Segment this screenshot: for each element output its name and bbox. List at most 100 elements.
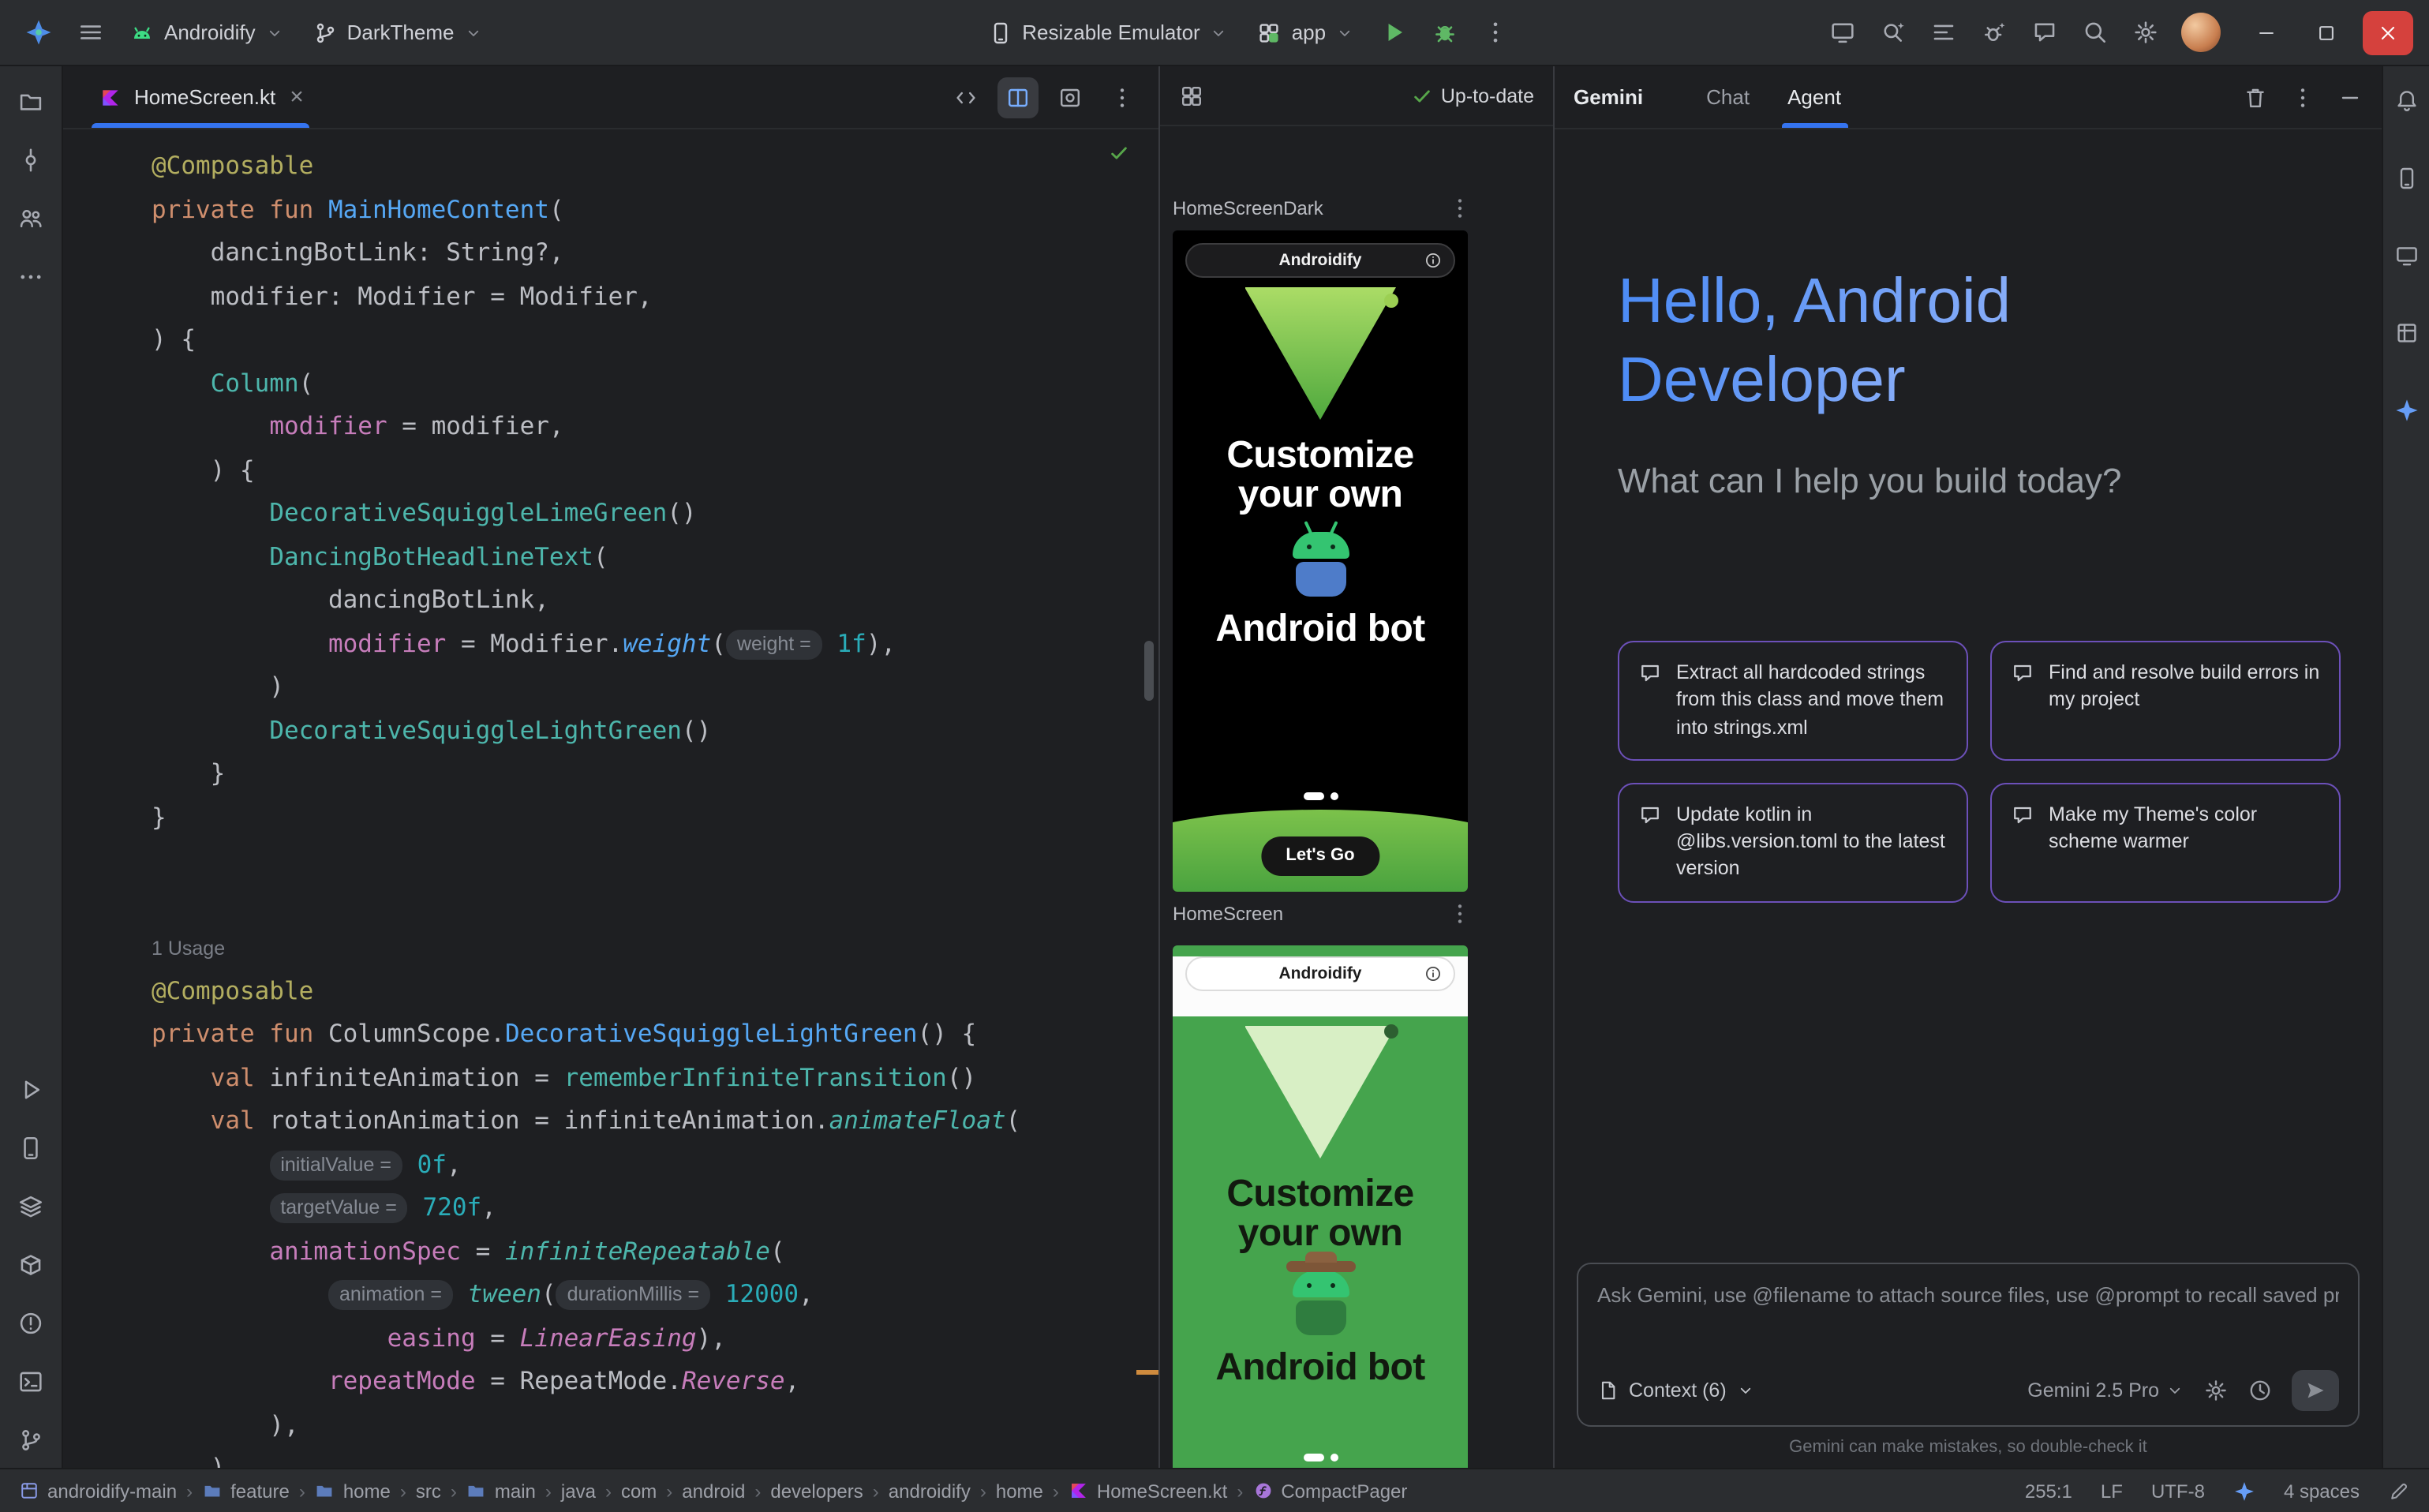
module-icon [19,1480,39,1501]
device-manager-icon[interactable] [2387,159,2425,197]
preview-menu-icon[interactable] [1447,196,1473,221]
edit-indicator-icon[interactable] [2388,1480,2410,1502]
running-devices-icon[interactable] [2387,237,2425,275]
breadcrumb-item[interactable]: src [416,1480,441,1502]
breadcrumb-separator: › [451,1480,457,1502]
caret-position[interactable]: 255:1 [2025,1480,2072,1502]
warning-stripe-mark[interactable] [1136,1370,1158,1375]
editor-tab-bar: HomeScreen.kt × [63,66,1158,129]
breadcrumb-item[interactable]: CompactPager [1252,1480,1407,1502]
breadcrumb-item[interactable]: java [561,1480,596,1502]
gemini-chat-icon[interactable] [2020,9,2068,56]
project-selector[interactable]: Androidify [117,12,297,53]
minimize-window-button[interactable] [2243,10,2290,54]
close-tab-icon[interactable]: × [290,85,304,109]
run-config-selector[interactable]: app [1244,12,1367,53]
gemini-star-icon[interactable] [2233,1480,2255,1502]
breadcrumb-item[interactable]: developers [770,1480,863,1502]
split-view-icon[interactable] [997,77,1039,118]
breadcrumb-item[interactable]: android [682,1480,745,1502]
terminal-tool-icon[interactable] [9,1359,53,1403]
breadcrumb-item[interactable]: androidify-main [19,1480,177,1502]
breadcrumb-item[interactable]: com [621,1480,657,1502]
suggestion-card[interactable]: Extract all hardcoded strings from this … [1618,641,1968,761]
preview-name[interactable]: HomeScreenDark [1173,197,1323,219]
editor-options-icon[interactable] [1102,77,1143,118]
design-view-icon[interactable] [1050,77,1091,118]
line-ending[interactable]: LF [2101,1480,2123,1502]
send-button[interactable] [2292,1370,2339,1411]
build-tool-icon[interactable] [9,1184,53,1228]
maximize-window-button[interactable] [2303,10,2350,54]
preview-status-label: Up-to-date [1441,84,1534,107]
breadcrumb-item[interactable]: feature [202,1480,290,1502]
model-selector[interactable]: Gemini 2.5 Pro [2027,1379,2184,1402]
preview-name[interactable]: HomeScreen [1173,903,1283,925]
breadcrumb-item[interactable]: home [315,1480,391,1502]
settings-gear-icon[interactable] [2121,9,2169,56]
indent-style[interactable]: 4 spaces [2284,1480,2360,1502]
editor-tab-homescreen[interactable]: HomeScreen.kt × [82,66,320,128]
version-control-icon[interactable] [9,1417,53,1461]
suggestion-card[interactable]: Find and resolve build errors in my proj… [1990,641,2341,761]
gemini-tab-agent[interactable]: Agent [1768,66,1860,128]
ai-search-icon[interactable] [1869,9,1916,56]
main-menu-icon[interactable] [66,9,114,56]
code-area[interactable]: @Composableprivate fun MainHomeContent( … [63,129,1158,1468]
code-line: 1 Usage [152,926,1158,970]
gemini-input-box[interactable]: Ask Gemini, use @filename to attach sour… [1577,1263,2360,1427]
gemini-input[interactable]: Ask Gemini, use @filename to attach sour… [1597,1283,2339,1307]
inspections-ok-icon[interactable] [1108,142,1130,164]
breadcrumb-item[interactable]: androidify [889,1480,971,1502]
commit-tool-icon[interactable] [9,137,53,182]
more-tool-windows-icon[interactable] [9,254,53,298]
breadcrumb-item[interactable]: HomeScreen.kt [1069,1480,1227,1502]
preview-pane-header: HomeScreen [1173,892,1473,936]
suggestion-card[interactable]: Update kotlin in @libs.version.toml to t… [1618,783,1968,903]
more-options-icon[interactable] [2290,84,2315,110]
notifications-icon[interactable] [2387,82,2425,120]
right-toolstrip [2382,66,2429,1468]
run-tool-icon[interactable] [9,1067,53,1111]
encoding[interactable]: UTF-8 [2151,1480,2205,1502]
preview-frame-homescreen[interactable]: Androidify Customize your own [1173,945,1468,1468]
preview-gallery-icon[interactable] [1179,83,1204,108]
suggestion-card[interactable]: Make my Theme's color scheme warmer [1990,783,2341,903]
gemini-icon[interactable] [2387,391,2425,429]
branch-selector[interactable]: DarkTheme [300,12,496,53]
more-run-options-icon[interactable] [1471,9,1518,56]
logcat-icon[interactable] [1919,9,1967,56]
breadcrumb-separator: › [299,1480,305,1502]
search-everywhere-icon[interactable] [2071,9,2118,56]
breadcrumb-separator: › [545,1480,552,1502]
layout-inspector-icon[interactable] [2387,314,2425,352]
ai-debug-icon[interactable] [1970,9,2017,56]
pull-requests-icon[interactable] [9,196,53,240]
breadcrumb-item[interactable]: main [466,1480,536,1502]
context-selector[interactable]: Context (6) [1597,1379,1755,1402]
editor-scrollbar[interactable] [1144,641,1154,701]
gemini-settings-icon[interactable] [2203,1378,2229,1403]
problems-tool-icon[interactable] [9,1301,53,1345]
hide-panel-icon[interactable] [2337,84,2363,110]
code-view-icon[interactable] [945,77,986,118]
delete-conversation-icon[interactable] [2243,84,2268,110]
app-inspection-icon[interactable] [9,1242,53,1286]
code-line: DecorativeSquiggleLightGreen() [152,709,1158,753]
user-avatar[interactable] [2181,13,2221,52]
project-tool-icon[interactable] [9,79,53,123]
debug-button[interactable] [1420,9,1468,56]
breadcrumb-item[interactable]: home [996,1480,1043,1502]
gemini-tab-chat[interactable]: Chat [1687,66,1768,128]
lets-go-button[interactable]: Let's Go [1260,836,1379,876]
device-selector[interactable]: Resizable Emulator [975,12,1241,53]
preview-menu-icon[interactable] [1447,901,1473,926]
preview-canvas[interactable]: HomeScreenDark Androidify Customize your… [1160,126,1553,1468]
preview-frame-homescreendark[interactable]: Androidify Customize your own Android [1173,230,1468,892]
history-icon[interactable] [2247,1378,2273,1403]
device-manager-icon[interactable] [9,1125,53,1170]
run-button[interactable] [1370,9,1417,56]
toolbar-right-tools [1818,9,2068,56]
close-window-button[interactable] [2363,10,2413,54]
device-streaming-icon[interactable] [1818,9,1866,56]
